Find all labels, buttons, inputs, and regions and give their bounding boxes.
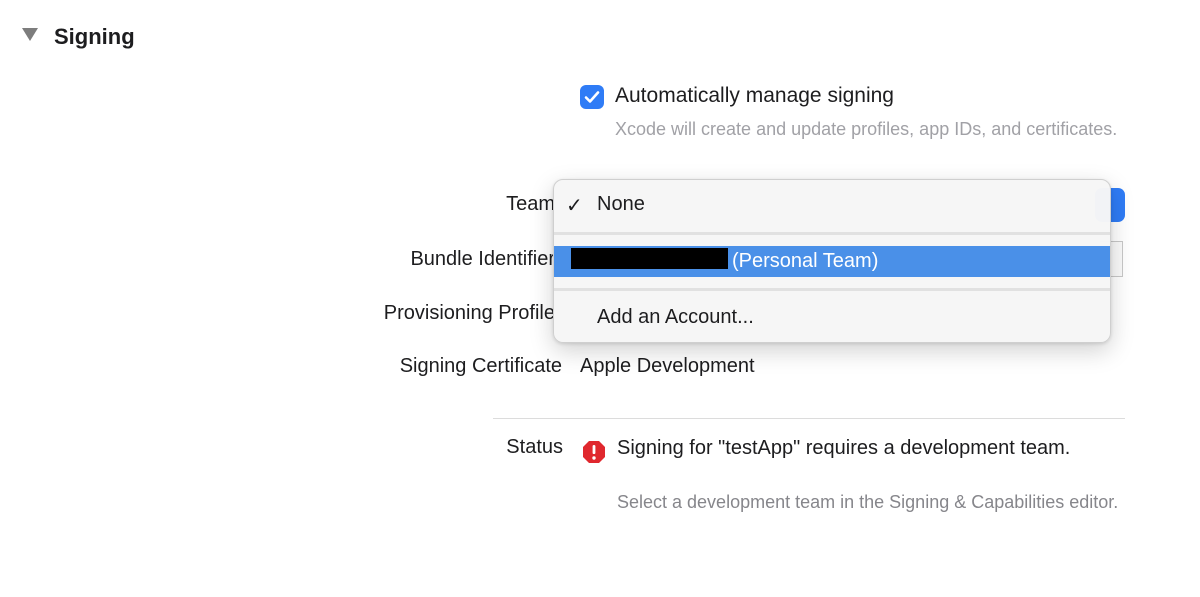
error-icon — [583, 441, 605, 463]
divider — [493, 418, 1125, 419]
status-message: Signing for "testApp" requires a develop… — [617, 437, 1071, 459]
bundle-identifier-label: Bundle Identifier — [410, 248, 555, 270]
provisioning-profile-label: Provisioning Profile — [383, 302, 555, 324]
menu-item-label: Add an Account... — [597, 306, 754, 328]
status-label: Status — [506, 436, 563, 458]
auto-manage-checkbox[interactable] — [580, 85, 604, 109]
menu-item-add-account[interactable]: Add an Account... — [554, 303, 1110, 335]
menu-item-label: None — [597, 193, 645, 215]
menu-separator — [554, 288, 1110, 291]
checkmark-icon — [584, 91, 600, 103]
disclosure-triangle-icon[interactable] — [22, 28, 38, 41]
auto-manage-label[interactable]: Automatically manage signing — [615, 84, 894, 108]
menu-item-personal-team[interactable]: (Personal Team) — [554, 246, 1110, 277]
auto-manage-description: Xcode will create and update profiles, a… — [615, 119, 1118, 139]
menu-item-label: (Personal Team) — [732, 250, 879, 272]
team-label: Team — [506, 193, 555, 215]
section-title: Signing — [54, 24, 135, 49]
redacted-name — [571, 248, 728, 269]
signing-certificate-label: Signing Certificate — [399, 355, 562, 377]
status-hint: Select a development team in the Signing… — [617, 492, 1119, 512]
checkmark-icon: ✓ — [566, 195, 583, 217]
signing-certificate-value: Apple Development — [580, 355, 755, 377]
team-dropdown-menu: ✓ None (Personal Team) Add an Account... — [553, 179, 1111, 343]
menu-separator — [554, 232, 1110, 235]
menu-item-none[interactable]: ✓ None — [554, 190, 1110, 222]
